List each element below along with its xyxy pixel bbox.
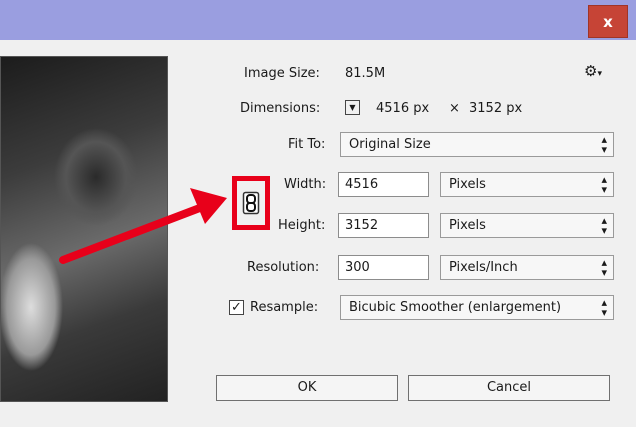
resolution-label: Resolution: <box>247 260 320 275</box>
updown-icon: ▴ ▾ <box>601 173 607 196</box>
fit-to-select[interactable]: Original Size ▴ ▾ <box>340 132 614 157</box>
fit-to-label: Fit To: <box>288 137 326 152</box>
height-unit-value: Pixels <box>449 218 486 233</box>
resolution-unit-value: Pixels/Inch <box>449 260 518 275</box>
title-bar: x <box>0 0 636 40</box>
resample-checkbox[interactable]: ✓ <box>229 300 244 315</box>
height-input[interactable]: 3152 <box>338 213 429 238</box>
width-unit-value: Pixels <box>449 177 486 192</box>
chain-link-icon[interactable] <box>242 191 260 215</box>
fit-to-value: Original Size <box>349 137 431 152</box>
updown-icon: ▴ ▾ <box>601 296 607 319</box>
ok-button[interactable]: OK <box>216 375 398 401</box>
chevron-down-icon[interactable]: ▼ <box>345 100 360 115</box>
height-unit-select[interactable]: Pixels ▴ ▾ <box>440 213 614 238</box>
close-button[interactable]: x <box>588 5 628 38</box>
updown-icon: ▴ ▾ <box>601 256 607 279</box>
resample-select[interactable]: Bicubic Smoother (enlargement) ▴ ▾ <box>340 295 614 320</box>
updown-icon: ▴ ▾ <box>601 214 607 237</box>
constrain-proportions-highlight <box>232 176 270 230</box>
width-label: Width: <box>284 177 327 192</box>
image-size-value: 81.5M <box>345 66 386 81</box>
resolution-input[interactable]: 300 <box>338 255 429 280</box>
resample-value: Bicubic Smoother (enlargement) <box>349 300 562 315</box>
arrow-icon <box>59 188 227 264</box>
width-input[interactable]: 4516 <box>338 172 429 197</box>
resample-label: Resample: <box>250 300 319 315</box>
image-size-label: Image Size: <box>244 66 320 81</box>
width-unit-select[interactable]: Pixels ▴ ▾ <box>440 172 614 197</box>
gear-icon[interactable]: ⚙▾ <box>584 62 602 80</box>
resolution-unit-select[interactable]: Pixels/Inch ▴ ▾ <box>440 255 614 280</box>
updown-icon: ▴ ▾ <box>601 133 607 156</box>
dimensions-width: 4516 px <box>376 101 430 116</box>
dimensions-times: × <box>449 101 460 116</box>
cancel-button[interactable]: Cancel <box>408 375 610 401</box>
dimensions-label: Dimensions: <box>240 101 321 116</box>
height-label: Height: <box>278 218 326 233</box>
dimensions-height: 3152 px <box>469 101 523 116</box>
